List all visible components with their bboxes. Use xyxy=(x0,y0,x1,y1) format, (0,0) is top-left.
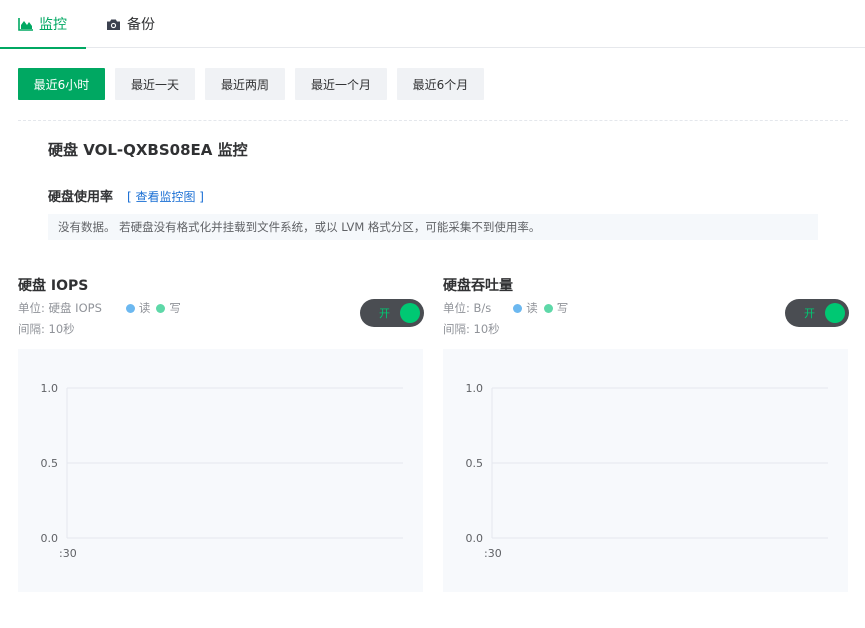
tab-monitor[interactable]: 监控 xyxy=(0,0,86,49)
throughput-panel-title: 硬盘吞吐量 xyxy=(443,278,513,294)
toggle-knob xyxy=(825,303,845,323)
read-dot-icon xyxy=(125,303,135,313)
legend-read: 读 xyxy=(513,300,538,316)
tab-bar: 监控 备份 xyxy=(0,0,865,49)
range-6-hours-button[interactable]: 最近6小时 xyxy=(18,68,105,100)
active-tab-indicator xyxy=(0,47,86,49)
section-divider xyxy=(18,120,848,121)
legend-read: 读 xyxy=(125,300,151,316)
throughput-interval: 间隔: 10秒 xyxy=(443,322,500,336)
y-tick-label: 0.5 xyxy=(41,457,59,470)
range-6-months-button[interactable]: 最近6个月 xyxy=(397,68,484,100)
disk-monitor-title: 硬盘 VOL-QXBS08EA 监控 xyxy=(48,141,248,159)
tab-backup-label: 备份 xyxy=(127,17,155,33)
y-tick-label: 0.0 xyxy=(41,532,59,545)
y-tick-label: 1.0 xyxy=(466,382,484,395)
legend-write-label: 写 xyxy=(169,301,181,315)
area-chart-icon xyxy=(18,17,34,31)
x-tick-label: :30 xyxy=(59,547,77,560)
throughput-toggle-switch[interactable]: 开 xyxy=(785,299,849,327)
range-1-day-button[interactable]: 最近一天 xyxy=(115,68,195,100)
iops-meta-row: 单位: 硬盘 IOPS 读 写 xyxy=(18,300,187,316)
range-1-month-button[interactable]: 最近一个月 xyxy=(295,68,387,100)
iops-panel-title: 硬盘 IOPS xyxy=(18,278,89,294)
no-data-text: 没有数据。 若硬盘没有格式化并挂载到文件系统，或以 LVM 格式分区，可能采集不… xyxy=(58,220,541,234)
y-tick-label: 1.0 xyxy=(41,382,59,395)
legend-read-label: 读 xyxy=(526,301,538,315)
legend-write: 写 xyxy=(543,300,569,316)
iops-unit: 单位: 硬盘 IOPS xyxy=(18,301,102,315)
legend-write: 写 xyxy=(156,300,181,316)
iops-toggle-label: 开 xyxy=(379,307,390,320)
throughput-chart-svg: 1.0 0.5 0.0:30 xyxy=(466,382,828,560)
y-tick-label: 0.5 xyxy=(466,457,484,470)
throughput-unit: 单位: B/s xyxy=(443,301,492,315)
write-dot-icon xyxy=(543,303,553,313)
legend-write-label: 写 xyxy=(556,301,569,315)
legend-read-label: 读 xyxy=(138,301,151,315)
throughput-meta-row: 单位: B/s 读 写 xyxy=(443,300,574,316)
disk-usage-title: 硬盘使用率 xyxy=(48,190,114,205)
range-2-weeks-button[interactable]: 最近两周 xyxy=(205,68,285,100)
view-usage-chart-link[interactable]: [ 查看监控图 ] xyxy=(127,188,204,205)
x-tick-label: :30 xyxy=(484,547,502,560)
throughput-chart: 1.0 0.5 0.0:30 xyxy=(443,349,848,592)
read-dot-icon xyxy=(513,303,523,313)
iops-toggle-switch[interactable]: 开 xyxy=(360,299,424,327)
iops-interval: 间隔: 10秒 xyxy=(18,322,75,336)
tab-monitor-label: 监控 xyxy=(39,17,67,33)
tab-backup[interactable]: 备份 xyxy=(106,0,155,48)
iops-chart-svg: 1.0 0.5 0.0:30 xyxy=(41,382,403,560)
iops-chart: 1.0 0.5 0.0:30 xyxy=(18,349,423,592)
no-data-message: 没有数据。 若硬盘没有格式化并挂载到文件系统，或以 LVM 格式分区，可能采集不… xyxy=(48,214,818,240)
throughput-toggle-label: 开 xyxy=(804,307,815,320)
y-tick-label: 0.0 xyxy=(466,532,484,545)
write-dot-icon xyxy=(156,303,166,313)
camera-icon xyxy=(106,17,122,31)
toggle-knob xyxy=(400,303,420,323)
